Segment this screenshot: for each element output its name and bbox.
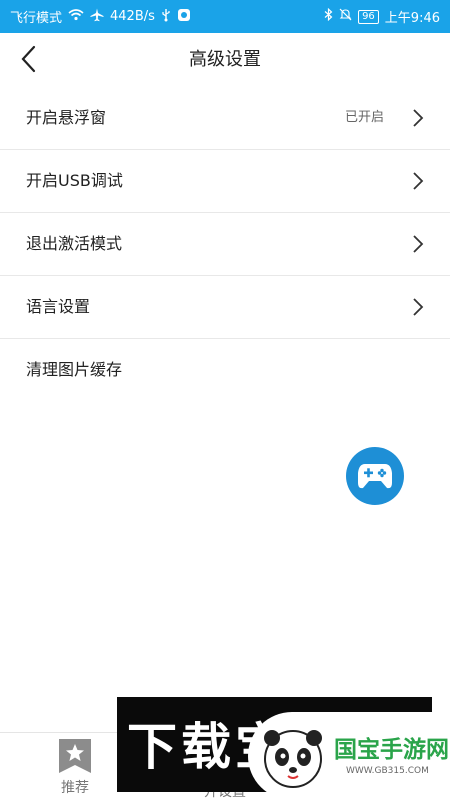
airplane-mode-label: 飞行模式: [10, 11, 63, 26]
chevron-right-icon: [413, 298, 424, 316]
setting-language[interactable]: 语言设置: [0, 276, 450, 339]
setting-usb-debugging[interactable]: 开启USB调试: [0, 150, 450, 213]
page-title: 高级设置: [189, 49, 261, 70]
gamepad-icon: [358, 464, 392, 489]
chevron-right-icon: [413, 109, 424, 127]
setting-floating-window[interactable]: 开启悬浮窗 已开启: [0, 87, 450, 150]
setting-label: 语言设置: [26, 297, 91, 316]
nav-label: 推荐: [61, 780, 89, 796]
chevron-right-icon: [413, 235, 424, 253]
panda-logo-icon: [264, 730, 322, 788]
battery-level: 96: [358, 9, 379, 24]
wifi-icon: [68, 8, 84, 25]
mute-bell-icon: [339, 8, 352, 25]
shield-app-icon: [177, 8, 191, 26]
status-bar: 飞行模式 442B/s 96 上午9:46: [0, 0, 450, 33]
clock: 上午9:46: [384, 11, 440, 26]
chevron-right-icon: [413, 172, 424, 190]
nav-tab-recommend[interactable]: 推荐: [40, 733, 110, 801]
setting-label: 退出激活模式: [26, 234, 123, 253]
setting-label: 开启悬浮窗: [26, 108, 107, 127]
back-button[interactable]: [14, 43, 46, 77]
setting-clear-image-cache[interactable]: 清理图片缓存: [0, 339, 450, 401]
setting-label: 清理图片缓存: [26, 360, 123, 379]
header: 高级设置: [0, 33, 450, 87]
star-icon: [59, 739, 91, 773]
setting-exit-activation[interactable]: 退出激活模式: [0, 213, 450, 276]
watermark-site-name: 国宝手游网: [334, 737, 449, 763]
setting-status: 已开启: [344, 110, 384, 125]
usb-icon: [161, 8, 171, 26]
airplane-icon: [90, 8, 104, 26]
network-speed: 442B/s: [110, 9, 155, 24]
floating-gamepad-button[interactable]: [346, 447, 404, 505]
settings-list: 开启悬浮窗 已开启 开启USB调试 退出激活模式 语言设置 清理图片缓存: [0, 87, 450, 401]
setting-label: 开启USB调试: [26, 171, 123, 190]
bluetooth-icon: [324, 7, 333, 25]
back-arrow-icon: [21, 45, 36, 73]
watermark-logo: 国宝手游网 WWW.GB315.COM: [248, 712, 450, 800]
watermark-site-url: WWW.GB315.COM: [346, 766, 429, 776]
